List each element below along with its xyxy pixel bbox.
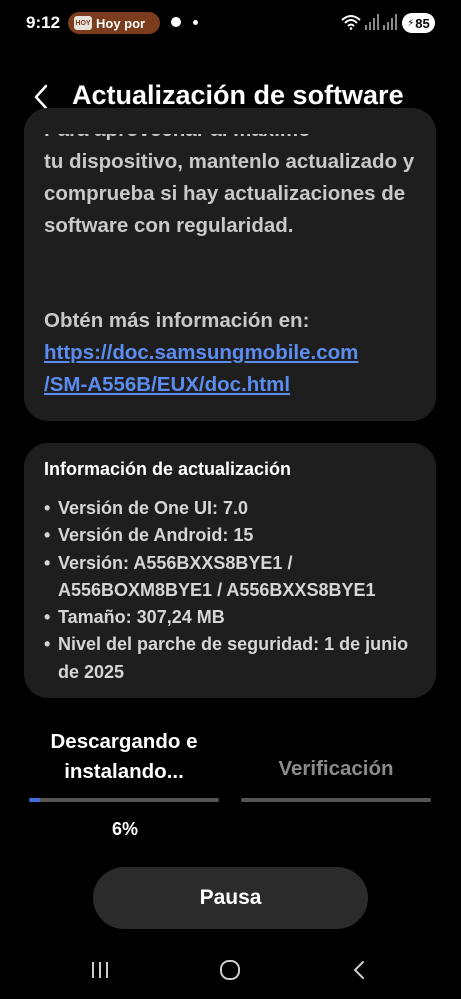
signal-icon [383,14,397,30]
pause-button[interactable]: Pausa [93,867,368,929]
doc-link-line1: https://doc.samsungmobile.com [44,341,359,364]
list-item: Versión: A556BXXS8BYE1 / A556BOXM8BYE1 /… [44,550,424,605]
verification-progress-bar [241,798,431,802]
verification-step-label: Verificación [278,757,394,780]
list-item: Tamaño: 307,24 MB [44,604,424,632]
notification-pill[interactable]: HOY Hoy por [68,12,160,34]
update-info-list: Versión de One UI: 7.0 Versión de Androi… [44,495,424,686]
notification-dot-icon [171,17,181,27]
wifi-icon [341,15,361,30]
back-icon[interactable] [350,960,370,980]
more-notifications-icon [193,20,198,25]
description-card: Para aprovechar al máximo tu dispositivo… [24,108,436,421]
list-item: Nivel del parche de seguridad: 1 de juni… [44,631,424,686]
page-title: Actualización de software [72,80,404,110]
update-info-title: Información de actualización [44,459,292,479]
recents-icon[interactable] [90,960,110,980]
more-info-block: Obtén más información en: https://doc.sa… [44,305,424,401]
battery-level: 85 [415,15,430,31]
progress-percent: 6% [111,819,138,839]
list-item: Versión de Android: 15 [44,522,424,550]
navigation-bar [0,950,461,990]
status-bar: 9:12 HOY Hoy por ⚡ 85 [0,0,461,48]
signal-icon [365,14,379,30]
cut-off-text: Para aprovechar al máximo [44,118,311,141]
status-time: 9:12 [26,13,61,32]
description-text: tu dispositivo, mantenlo actualizado y c… [44,150,415,237]
update-info-card: Información de actualización Versión de … [24,443,436,698]
doc-link[interactable]: https://doc.samsungmobile.com /SM-A556B/… [44,337,424,401]
list-item: Versión de One UI: 7.0 [44,495,424,523]
download-progress-bar [29,798,219,802]
notification-text: Hoy por [96,15,146,31]
battery-charging-icon: ⚡ 85 [402,13,435,33]
more-info-label: Obtén más información en: [44,309,310,332]
download-step-label: Descargando e instalando... [50,730,198,783]
download-progress-fill [29,798,41,802]
home-icon[interactable] [219,960,241,980]
doc-link-line2: /SM-A556B/EUX/doc.html [44,373,291,396]
news-app-icon: HOY [74,16,92,30]
